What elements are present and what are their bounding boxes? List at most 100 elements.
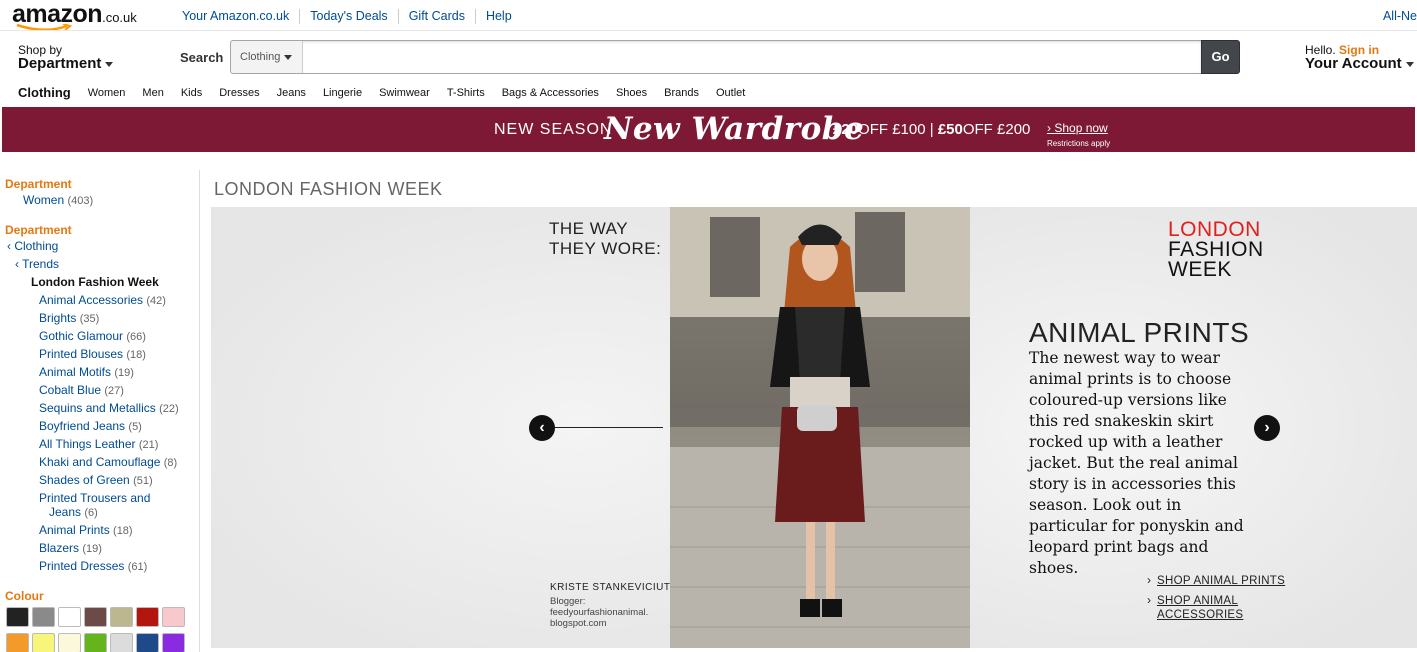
subnav-outlet[interactable]: Outlet xyxy=(716,86,745,100)
refine-count: (8) xyxy=(163,457,178,469)
way-line1: THE WAY xyxy=(549,219,629,238)
refine-item[interactable]: Cobalt Blue (27) xyxy=(39,383,124,398)
offer2-rest: OFF £200 xyxy=(962,121,1031,138)
colour-swatch[interactable] xyxy=(32,633,55,652)
account-menu[interactable]: Hello. Sign in Your Account xyxy=(1305,44,1414,72)
search-input[interactable] xyxy=(305,42,1195,72)
refine-item[interactable]: Blazers (19) xyxy=(39,541,102,556)
refine-item[interactable]: Animal Motifs (19) xyxy=(39,365,134,380)
current-category: London Fashion Week xyxy=(31,275,159,289)
refine-item[interactable]: Gothic Glamour (66) xyxy=(39,329,146,344)
refine-label: Animal Prints xyxy=(39,523,110,537)
refine-label: Printed Dresses xyxy=(39,559,125,573)
refine-count: (18) xyxy=(126,349,146,361)
colour-swatch[interactable] xyxy=(162,607,185,627)
colour-swatch[interactable] xyxy=(84,607,107,627)
refine-item[interactable]: Sequins and Metallics (22) xyxy=(39,401,179,416)
colour-swatch[interactable] xyxy=(84,633,107,652)
arrow-line xyxy=(553,427,663,428)
colour-swatch[interactable] xyxy=(58,607,81,627)
refine-count: (42) xyxy=(146,295,166,307)
subnav-bags-accessories[interactable]: Bags & Accessories xyxy=(502,86,599,100)
women-label: Women xyxy=(23,193,65,207)
credit-role: Blogger: xyxy=(550,596,586,607)
todays-deals-link[interactable]: Today's Deals xyxy=(299,9,397,24)
refine-label: All Things Leather xyxy=(39,437,136,451)
colour-swatch[interactable] xyxy=(6,607,29,627)
offer1-rest: OFF £100 xyxy=(858,121,926,138)
banner-offer: £20OFF £100 | £50OFF £200 xyxy=(833,121,1030,138)
refine-item[interactable]: Boyfriend Jeans (5) xyxy=(39,419,142,434)
colour-swatch[interactable] xyxy=(58,633,81,652)
your-amazon-link[interactable]: Your Amazon.co.uk xyxy=(170,9,299,24)
refine-label: Cobalt Blue xyxy=(39,383,102,397)
refine-item[interactable]: Brights (35) xyxy=(39,311,99,326)
colour-swatch[interactable] xyxy=(32,607,55,627)
subnav-clothing[interactable]: Clothing xyxy=(18,86,71,100)
help-link[interactable]: Help xyxy=(474,9,522,24)
subnav-dresses[interactable]: Dresses xyxy=(219,86,259,100)
refine-count: (5) xyxy=(128,421,142,433)
shop-animal-prints-link[interactable]: SHOP ANIMAL PRINTS xyxy=(1157,574,1285,588)
colour-swatch[interactable] xyxy=(110,607,133,627)
top-links: Your Amazon.co.uk Today's Deals Gift Car… xyxy=(170,9,522,24)
subnav-brands[interactable]: Brands xyxy=(664,86,699,100)
fashion-photo[interactable] xyxy=(670,207,970,648)
colour-swatch[interactable] xyxy=(6,633,29,652)
offer2-amount: £50 xyxy=(937,121,963,138)
subnav-lingerie[interactable]: Lingerie xyxy=(323,86,362,100)
shop-animal-accessories-link[interactable]: SHOP ANIMAL ACCESSORIES xyxy=(1157,594,1243,622)
refine-label: Printed Trousers and xyxy=(39,491,151,505)
refine-count: (35) xyxy=(79,313,100,325)
subnav-jeans[interactable]: Jeans xyxy=(277,86,306,100)
subnav-swimwear[interactable]: Swimwear xyxy=(379,86,430,100)
go-button[interactable]: Go xyxy=(1201,40,1240,74)
department-label: Department xyxy=(18,55,102,72)
offer1-amount: £20 xyxy=(833,121,859,138)
refine-label: Boyfriend Jeans xyxy=(39,419,126,433)
shop-by-department[interactable]: Shop by Department xyxy=(18,44,114,72)
refine-count: (61) xyxy=(127,561,148,573)
refine-item[interactable]: Printed Blouses (18) xyxy=(39,347,146,362)
refine-item[interactable]: Shades of Green (51) xyxy=(39,473,153,488)
page-title: LONDON FASHION WEEK xyxy=(214,179,443,199)
subnav-tshirts[interactable]: T-Shirts xyxy=(447,86,485,100)
refine-item[interactable]: Printed Dresses (61) xyxy=(39,559,147,574)
refine-item[interactable]: Khaki and Camouflage (8) xyxy=(39,455,177,470)
promo-banner[interactable]: NEW SEASON New Wardrobe £20OFF £100 | £5… xyxy=(2,107,1415,152)
refine-item[interactable]: All Things Leather (21) xyxy=(39,437,158,452)
colour-swatch[interactable] xyxy=(162,633,185,652)
prev-arrow-icon[interactable]: ‹ xyxy=(529,415,555,441)
subnav-men[interactable]: Men xyxy=(142,86,163,100)
refine-label: Brights xyxy=(39,311,77,325)
colour-swatch[interactable] xyxy=(110,633,133,652)
refine-women[interactable]: Women (403) xyxy=(23,193,93,208)
colour-heading: Colour xyxy=(5,589,44,603)
category-subnav: Clothing Women Men Kids Dresses Jeans Li… xyxy=(18,86,762,100)
left-refinement-nav: Department Women (403) Department ‹ Clot… xyxy=(0,170,200,652)
subnav-women[interactable]: Women xyxy=(88,86,126,100)
your-account-label: Your Account xyxy=(1305,55,1402,72)
refine-label: Blazers xyxy=(39,541,80,555)
back-to-clothing[interactable]: ‹ Clothing xyxy=(7,239,58,253)
subnav-shoes[interactable]: Shoes xyxy=(616,86,647,100)
way-line2: THEY WORE: xyxy=(549,239,662,258)
refine-label: Animal Accessories xyxy=(39,293,144,307)
women-count: (403) xyxy=(67,195,94,207)
refine-item[interactable]: Animal Accessories (42) xyxy=(39,293,166,308)
all-new-link[interactable]: All-Ne xyxy=(1383,9,1417,23)
refine-count: (27) xyxy=(104,385,124,397)
banner-shop-now-link[interactable]: › Shop now xyxy=(1047,121,1108,135)
refine-label-2: Jeans xyxy=(49,505,82,519)
subnav-kids[interactable]: Kids xyxy=(181,86,202,100)
colour-swatch[interactable] xyxy=(136,633,159,652)
next-arrow-icon[interactable]: › xyxy=(1254,415,1280,441)
colour-swatch[interactable] xyxy=(136,607,159,627)
logo-tld: .co.uk xyxy=(102,10,137,25)
back-to-trends[interactable]: ‹ Trends xyxy=(15,257,59,271)
refine-count: (6) xyxy=(84,507,98,519)
gift-cards-link[interactable]: Gift Cards xyxy=(397,9,475,24)
refine-item[interactable]: Animal Prints (18) xyxy=(39,523,133,538)
search-department-select[interactable]: Clothing xyxy=(231,41,303,73)
refine-item[interactable]: Printed Trousers and Jeans (6) xyxy=(39,491,150,520)
